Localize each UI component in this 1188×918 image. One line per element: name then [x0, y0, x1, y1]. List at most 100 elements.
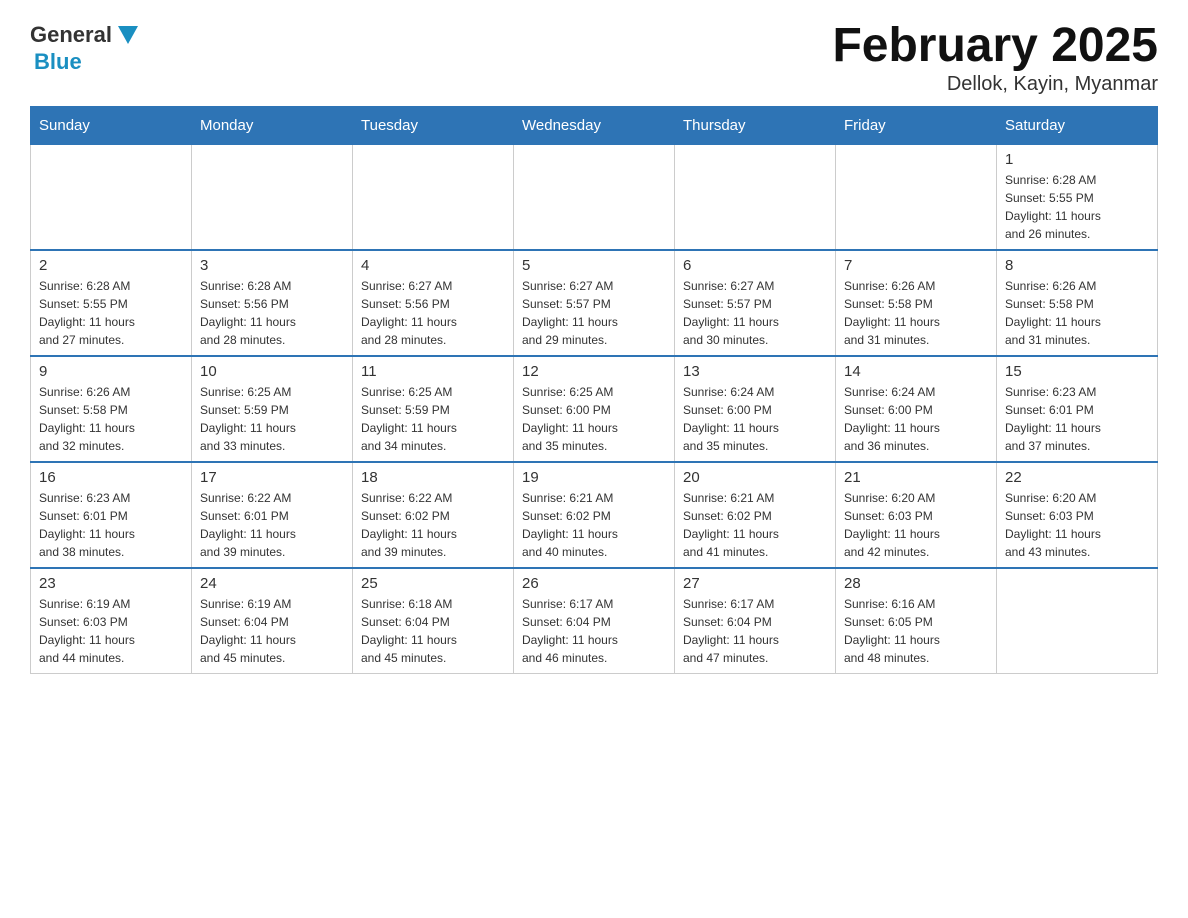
day-number: 7 [844, 257, 988, 274]
calendar-cell: 21 Sunrise: 6:20 AMSunset: 6:03 PMDayligh… [836, 462, 997, 568]
day-number: 18 [361, 469, 505, 486]
calendar-header-friday: Friday [836, 106, 997, 144]
day-number: 28 [844, 575, 988, 592]
calendar-cell [192, 144, 353, 250]
calendar-cell: 13Sunrise: 6:24 AMSunset: 6:00 PMDayligh… [675, 356, 836, 462]
day-info: Sunrise: 6:19 AMSunset: 6:03 PMDaylight:… [39, 595, 183, 667]
day-number: 23 [39, 575, 183, 592]
day-info: Sunrise: 6:22 AMSunset: 6:02 PMDaylight:… [361, 489, 505, 561]
day-info: Sunrise: 6:26 AMSunset: 5:58 PMDaylight:… [844, 277, 988, 349]
day-info: Sunrise: 6:24 AMSunset: 6:00 PMDaylight:… [844, 383, 988, 455]
calendar-cell: 3 Sunrise: 6:28 AMSunset: 5:56 PMDaylight… [192, 250, 353, 356]
calendar-cell: 22Sunrise: 6:20 AMSunset: 6:03 PMDayligh… [997, 462, 1158, 568]
calendar-cell: 28 Sunrise: 6:16 AMSunset: 6:05 PMDayligh… [836, 568, 997, 674]
day-number: 9 [39, 363, 183, 380]
page-header: General Blue February 2025 Dellok, Kayin… [30, 20, 1158, 96]
day-info: Sunrise: 6:21 AMSunset: 6:02 PMDaylight:… [522, 489, 666, 561]
day-info: Sunrise: 6:23 AMSunset: 6:01 PMDaylight:… [1005, 383, 1149, 455]
calendar-header-monday: Monday [192, 106, 353, 144]
day-number: 4 [361, 257, 505, 274]
calendar-cell [997, 568, 1158, 674]
day-info: Sunrise: 6:28 AMSunset: 5:56 PMDaylight:… [200, 277, 344, 349]
day-number: 27 [683, 575, 827, 592]
calendar-cell: 15 Sunrise: 6:23 AMSunset: 6:01 PMDayligh… [997, 356, 1158, 462]
day-info: Sunrise: 6:25 AMSunset: 6:00 PMDaylight:… [522, 383, 666, 455]
calendar-cell [836, 144, 997, 250]
calendar-cell: 19 Sunrise: 6:21 AMSunset: 6:02 PMDayligh… [514, 462, 675, 568]
calendar-header-sunday: Sunday [31, 106, 192, 144]
calendar-cell: 4Sunrise: 6:27 AMSunset: 5:56 PMDaylight… [353, 250, 514, 356]
calendar-cell: 27 Sunrise: 6:17 AMSunset: 6:04 PMDayligh… [675, 568, 836, 674]
calendar-cell: 20 Sunrise: 6:21 AMSunset: 6:02 PMDayligh… [675, 462, 836, 568]
day-number: 19 [522, 469, 666, 486]
calendar-cell: 17Sunrise: 6:22 AMSunset: 6:01 PMDayligh… [192, 462, 353, 568]
day-number: 21 [844, 469, 988, 486]
calendar-cell: 14 Sunrise: 6:24 AMSunset: 6:00 PMDayligh… [836, 356, 997, 462]
day-number: 2 [39, 257, 183, 274]
day-number: 10 [200, 363, 344, 380]
calendar-header-wednesday: Wednesday [514, 106, 675, 144]
logo-text-blue: Blue [34, 50, 142, 74]
calendar-cell [675, 144, 836, 250]
calendar-table: SundayMondayTuesdayWednesdayThursdayFrid… [30, 106, 1158, 674]
calendar-week-row: 23 Sunrise: 6:19 AMSunset: 6:03 PMDayligh… [31, 568, 1158, 674]
calendar-title: February 2025 [832, 20, 1158, 73]
calendar-subtitle: Dellok, Kayin, Myanmar [832, 73, 1158, 96]
logo-icon [114, 22, 142, 50]
calendar-cell: 7 Sunrise: 6:26 AMSunset: 5:58 PMDaylight… [836, 250, 997, 356]
calendar-week-row: 16 Sunrise: 6:23 AMSunset: 6:01 PMDayligh… [31, 462, 1158, 568]
calendar-cell: 12Sunrise: 6:25 AMSunset: 6:00 PMDayligh… [514, 356, 675, 462]
calendar-cell: 26 Sunrise: 6:17 AMSunset: 6:04 PMDayligh… [514, 568, 675, 674]
day-number: 16 [39, 469, 183, 486]
day-info: Sunrise: 6:18 AMSunset: 6:04 PMDaylight:… [361, 595, 505, 667]
day-info: Sunrise: 6:27 AMSunset: 5:57 PMDaylight:… [683, 277, 827, 349]
day-info: Sunrise: 6:21 AMSunset: 6:02 PMDaylight:… [683, 489, 827, 561]
day-info: Sunrise: 6:26 AMSunset: 5:58 PMDaylight:… [39, 383, 183, 455]
calendar-cell: 10 Sunrise: 6:25 AMSunset: 5:59 PMDayligh… [192, 356, 353, 462]
calendar-week-row: 1Sunrise: 6:28 AMSunset: 5:55 PMDaylight… [31, 144, 1158, 250]
day-info: Sunrise: 6:27 AMSunset: 5:57 PMDaylight:… [522, 277, 666, 349]
calendar-cell: 23 Sunrise: 6:19 AMSunset: 6:03 PMDayligh… [31, 568, 192, 674]
calendar-header-saturday: Saturday [997, 106, 1158, 144]
calendar-cell [514, 144, 675, 250]
day-number: 11 [361, 363, 505, 380]
day-info: Sunrise: 6:22 AMSunset: 6:01 PMDaylight:… [200, 489, 344, 561]
calendar-week-row: 9 Sunrise: 6:26 AMSunset: 5:58 PMDaylight… [31, 356, 1158, 462]
day-info: Sunrise: 6:23 AMSunset: 6:01 PMDaylight:… [39, 489, 183, 561]
day-info: Sunrise: 6:17 AMSunset: 6:04 PMDaylight:… [683, 595, 827, 667]
day-number: 15 [1005, 363, 1149, 380]
calendar-cell: 25 Sunrise: 6:18 AMSunset: 6:04 PMDayligh… [353, 568, 514, 674]
logo: General Blue [30, 20, 142, 74]
day-info: Sunrise: 6:28 AMSunset: 5:55 PMDaylight:… [39, 277, 183, 349]
logo-text-general: General [30, 23, 112, 47]
calendar-cell: 2 Sunrise: 6:28 AMSunset: 5:55 PMDaylight… [31, 250, 192, 356]
calendar-cell: 1Sunrise: 6:28 AMSunset: 5:55 PMDaylight… [997, 144, 1158, 250]
calendar-cell [31, 144, 192, 250]
day-info: Sunrise: 6:16 AMSunset: 6:05 PMDaylight:… [844, 595, 988, 667]
calendar-cell: 5Sunrise: 6:27 AMSunset: 5:57 PMDaylight… [514, 250, 675, 356]
day-info: Sunrise: 6:17 AMSunset: 6:04 PMDaylight:… [522, 595, 666, 667]
day-info: Sunrise: 6:24 AMSunset: 6:00 PMDaylight:… [683, 383, 827, 455]
calendar-cell: 6 Sunrise: 6:27 AMSunset: 5:57 PMDaylight… [675, 250, 836, 356]
day-number: 1 [1005, 151, 1149, 168]
day-number: 25 [361, 575, 505, 592]
day-info: Sunrise: 6:26 AMSunset: 5:58 PMDaylight:… [1005, 277, 1149, 349]
day-info: Sunrise: 6:20 AMSunset: 6:03 PMDaylight:… [844, 489, 988, 561]
day-number: 6 [683, 257, 827, 274]
day-info: Sunrise: 6:25 AMSunset: 5:59 PMDaylight:… [200, 383, 344, 455]
calendar-cell: 24 Sunrise: 6:19 AMSunset: 6:04 PMDayligh… [192, 568, 353, 674]
day-number: 8 [1005, 257, 1149, 274]
calendar-header-tuesday: Tuesday [353, 106, 514, 144]
day-number: 3 [200, 257, 344, 274]
day-number: 22 [1005, 469, 1149, 486]
day-number: 20 [683, 469, 827, 486]
day-number: 14 [844, 363, 988, 380]
day-number: 26 [522, 575, 666, 592]
calendar-cell: 16 Sunrise: 6:23 AMSunset: 6:01 PMDayligh… [31, 462, 192, 568]
day-info: Sunrise: 6:25 AMSunset: 5:59 PMDaylight:… [361, 383, 505, 455]
day-number: 24 [200, 575, 344, 592]
calendar-cell: 11 Sunrise: 6:25 AMSunset: 5:59 PMDayligh… [353, 356, 514, 462]
day-info: Sunrise: 6:19 AMSunset: 6:04 PMDaylight:… [200, 595, 344, 667]
calendar-header-thursday: Thursday [675, 106, 836, 144]
calendar-cell [353, 144, 514, 250]
